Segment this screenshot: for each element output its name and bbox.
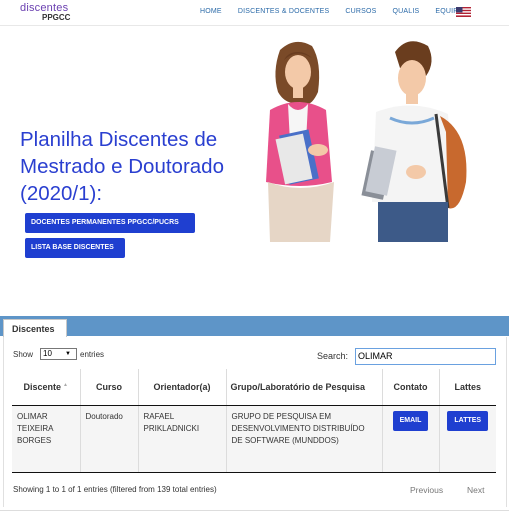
col-header-lattes[interactable]: Lattes	[438, 369, 496, 406]
lista-base-discentes-button[interactable]: LISTA BASE DISCENTES	[25, 238, 125, 258]
main-nav: HOME DISCENTES & DOCENTES CURSOS QUALIS …	[200, 8, 479, 15]
sort-asc-icon: ▲	[63, 381, 68, 388]
divider	[0, 510, 509, 511]
lattes-button[interactable]: LATTES	[447, 410, 489, 431]
nav-discentes-docentes[interactable]: DISCENTES & DOCENTES	[238, 8, 330, 15]
table-row: OLIMAR TEIXEIRA BORGES Doutorado RAFAEL …	[12, 405, 496, 473]
nav-cursos[interactable]: CURSOS	[345, 8, 376, 15]
entries-label: entries	[80, 350, 105, 359]
logo-text-bottom: PPGCC	[42, 13, 71, 22]
discentes-table: Discente ▲ Curso Orientador(a) Grupo/Labo…	[12, 369, 496, 473]
docentes-permanentes-button[interactable]: DOCENTES PERMANENTES PPGCC/PUCRS	[25, 213, 195, 233]
table-info: Showing 1 to 1 of 1 entries (filtered fr…	[13, 485, 217, 494]
table-header-row: Discente ▲ Curso Orientador(a) Grupo/Labo…	[12, 369, 496, 406]
col-header-discente-label: Discente	[23, 381, 62, 392]
email-button[interactable]: EMAIL	[392, 410, 429, 431]
top-navbar: discentes PPGCC HOME DISCENTES & DOCENTE…	[0, 0, 509, 26]
col-header-orientador[interactable]: Orientador(a)	[137, 369, 226, 406]
hero-section: Planilha Discentes de Mestrado e Doutora…	[0, 26, 509, 316]
search-label: Search:	[317, 351, 349, 361]
col-header-discente[interactable]: Discente ▲	[12, 369, 80, 406]
nav-home[interactable]: HOME	[200, 8, 222, 15]
pagination-previous[interactable]: Previous	[410, 485, 443, 495]
cell-discente: OLIMAR TEIXEIRA BORGES	[12, 405, 80, 473]
show-label: Show	[13, 350, 34, 359]
cell-curso: Doutorado	[79, 405, 138, 473]
nav-qualis[interactable]: QUALIS	[392, 8, 419, 15]
pagination-next[interactable]: Next	[467, 485, 484, 495]
col-header-contato[interactable]: Contato	[381, 369, 439, 406]
tab-bar-background	[0, 316, 509, 336]
col-header-grupo[interactable]: Grupo/Laboratório de Pesquisa	[225, 369, 382, 406]
search-input[interactable]: OLIMAR	[355, 348, 496, 365]
cell-grupo: GRUPO DE PESQUISA EM DESENVOLVIMENTO DIS…	[225, 405, 382, 473]
students-illustration	[266, 41, 467, 242]
tab-discentes[interactable]: Discentes	[3, 319, 67, 337]
cell-orientador: RAFAEL PRIKLADNICKI	[137, 405, 226, 473]
page-title: Planilha Discentes de Mestrado e Doutora…	[20, 128, 224, 205]
female-student-figure	[266, 41, 334, 242]
col-header-curso[interactable]: Curso	[79, 369, 138, 406]
male-student-figure	[361, 41, 467, 242]
cell-contato: EMAIL	[381, 405, 439, 473]
site-logo[interactable]: discentes PPGCC	[20, 3, 70, 22]
entries-per-page-select[interactable]: 10	[40, 348, 77, 360]
us-flag-icon[interactable]	[456, 7, 471, 17]
chevron-down-icon: ▼	[65, 351, 71, 357]
cell-lattes: LATTES	[438, 405, 496, 473]
